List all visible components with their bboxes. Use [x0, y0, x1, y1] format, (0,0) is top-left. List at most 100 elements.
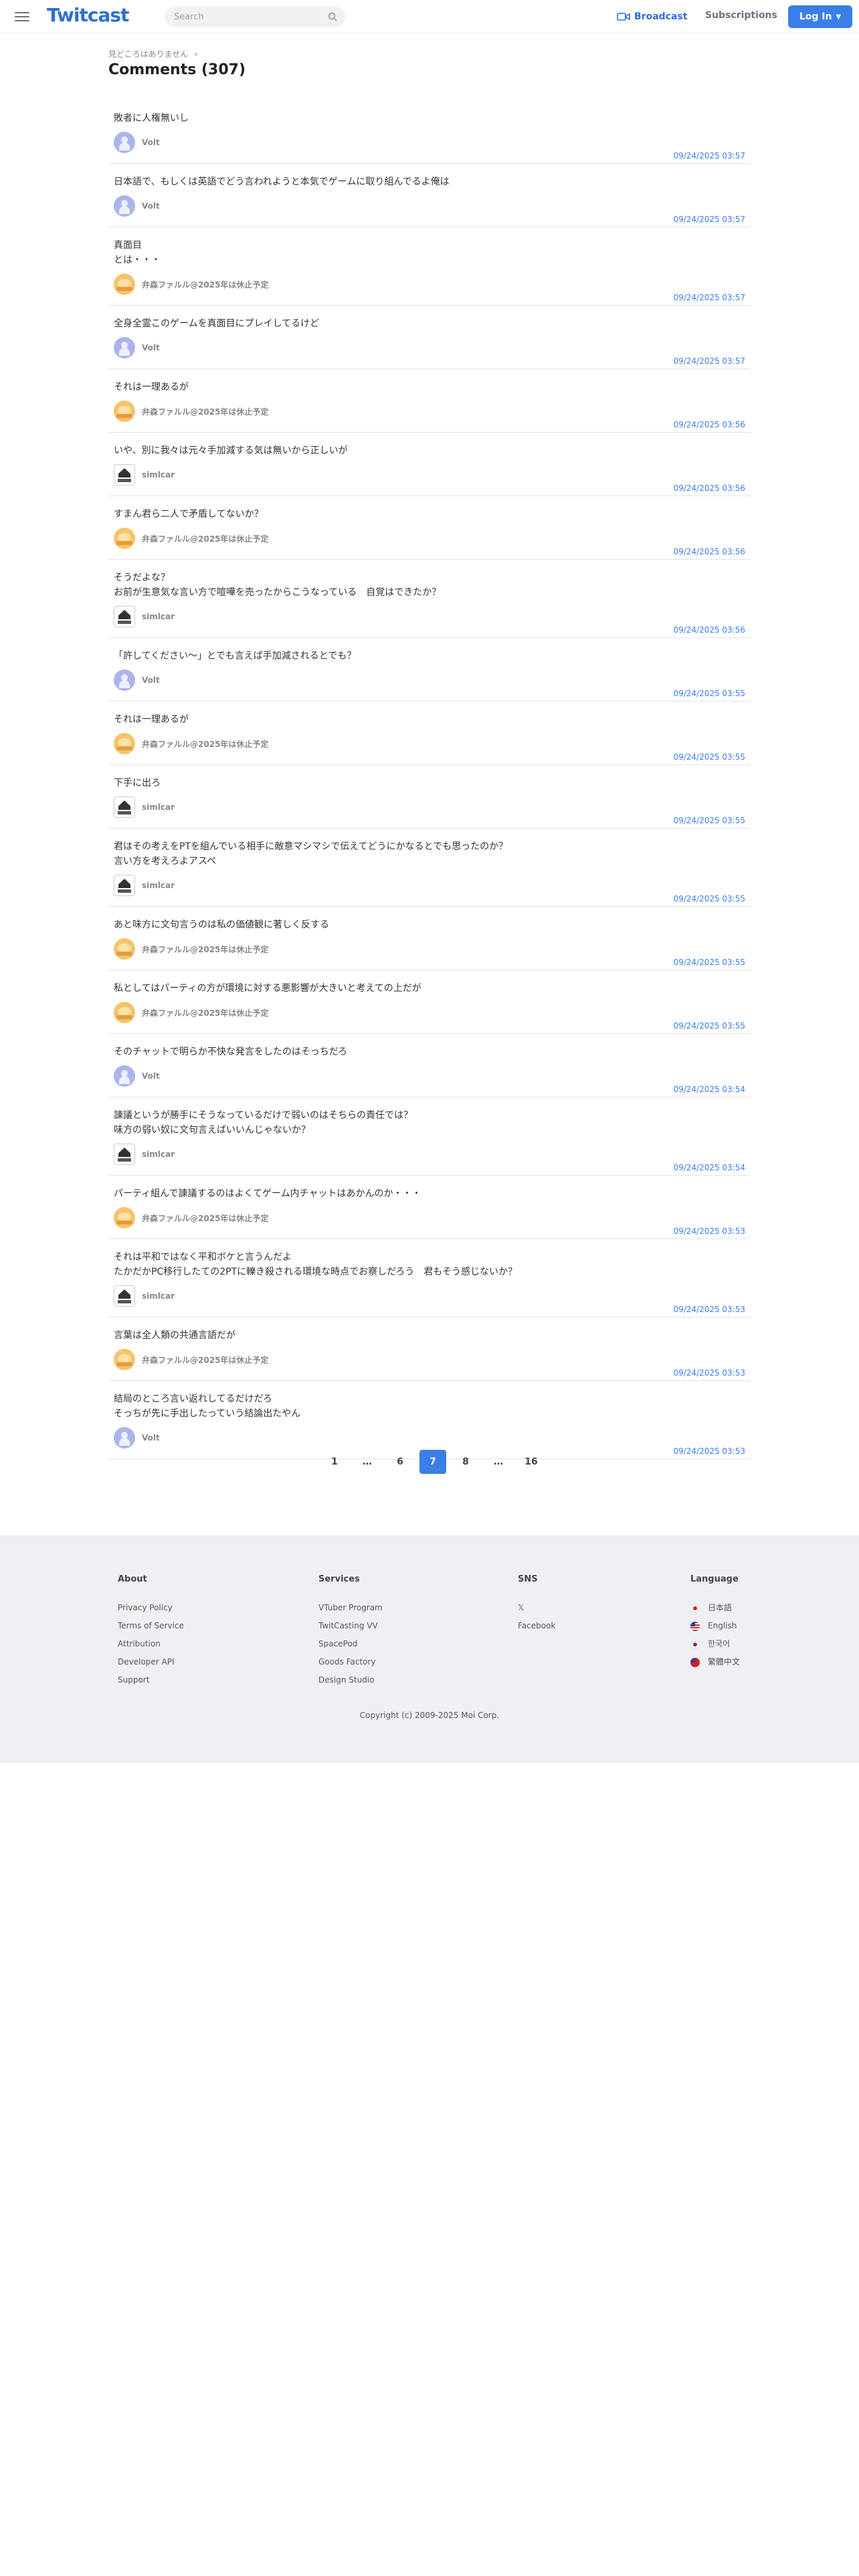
- comment-date[interactable]: 09/24/2025 03:53: [673, 1305, 745, 1314]
- search-input[interactable]: [165, 7, 318, 27]
- footer-link[interactable]: Terms of Service: [118, 1617, 184, 1635]
- avatar[interactable]: [114, 1065, 135, 1087]
- author-name[interactable]: Volt: [142, 138, 160, 147]
- comment-date[interactable]: 09/24/2025 03:57: [673, 151, 745, 160]
- comment-date[interactable]: 09/24/2025 03:53: [673, 1446, 745, 1456]
- comment-text: 結局のところ言い返れしてるだけだろ そっちが先に手出したっていう結論出たやん: [114, 1394, 301, 1419]
- avatar[interactable]: [114, 669, 135, 691]
- avatar[interactable]: [114, 1002, 135, 1023]
- footer-link[interactable]: Privacy Policy: [118, 1599, 184, 1617]
- author-name[interactable]: 弁森ファルル@2025年は休止予定: [142, 406, 268, 417]
- comment-date[interactable]: 09/24/2025 03:57: [673, 215, 745, 224]
- comment-date[interactable]: 09/24/2025 03:55: [673, 894, 745, 903]
- comment-date[interactable]: 09/24/2025 03:55: [673, 1021, 745, 1031]
- author-name[interactable]: 弁森ファルル@2025年は休止予定: [142, 279, 268, 290]
- avatar[interactable]: [114, 938, 135, 960]
- avatar[interactable]: [114, 528, 135, 549]
- footer-link[interactable]: TwitCasting VV: [318, 1617, 383, 1635]
- comment-text: それは一理あるが: [114, 382, 189, 393]
- avatar[interactable]: [114, 1349, 135, 1370]
- comment-date[interactable]: 09/24/2025 03:54: [673, 1085, 745, 1094]
- avatar[interactable]: [114, 1207, 135, 1228]
- page-button[interactable]: 16: [518, 1450, 545, 1474]
- comment-date[interactable]: 09/24/2025 03:56: [673, 484, 745, 493]
- comment-item: それは一理あるが弁森ファルル@2025年は休止予定 09/24/2025 03:5…: [108, 369, 751, 433]
- footer-link[interactable]: Support: [118, 1671, 184, 1689]
- page-button[interactable]: 6: [387, 1450, 413, 1474]
- comment-spacer: [114, 423, 745, 432]
- author-name[interactable]: simlcar: [142, 802, 175, 812]
- author-name[interactable]: Volt: [142, 343, 160, 352]
- author-name[interactable]: 弁森ファルル@2025年は休止予定: [142, 1354, 268, 1366]
- author-name[interactable]: Volt: [142, 675, 160, 685]
- comment-date[interactable]: 09/24/2025 03:55: [673, 958, 745, 967]
- login-button[interactable]: Log In ▼: [788, 5, 852, 28]
- author-name[interactable]: 弁森ファルル@2025年は休止予定: [142, 738, 268, 750]
- footer-link[interactable]: Developer API: [118, 1653, 184, 1671]
- comment-author: 弁森ファルル@2025年は休止予定: [114, 938, 745, 960]
- comment-date[interactable]: 09/24/2025 03:57: [673, 293, 745, 302]
- page-button[interactable]: 1: [321, 1450, 348, 1474]
- language-option-en[interactable]: English: [690, 1617, 740, 1635]
- avatar[interactable]: [114, 875, 135, 896]
- footer-link[interactable]: SpacePod: [318, 1635, 383, 1653]
- avatar[interactable]: [114, 274, 135, 295]
- avatar[interactable]: [114, 401, 135, 422]
- logo[interactable]: Twitcast: [47, 4, 129, 26]
- footer-link-facebook[interactable]: Facebook: [518, 1617, 555, 1635]
- footer-link[interactable]: Design Studio: [318, 1671, 383, 1689]
- language-option-ja[interactable]: 日本語: [690, 1599, 740, 1617]
- avatar[interactable]: [114, 733, 135, 754]
- avatar[interactable]: [114, 195, 135, 217]
- author-name[interactable]: simlcar: [142, 1150, 175, 1159]
- author-name[interactable]: Volt: [142, 1433, 160, 1442]
- avatar[interactable]: [114, 132, 135, 153]
- subscriptions-link[interactable]: Subscriptions: [705, 10, 777, 21]
- footer-link[interactable]: Goods Factory: [318, 1653, 383, 1671]
- comment-text: それは平和ではなく平和ボケと言うんだよ たかだかPC移行したての2PTに轢き殺さ…: [114, 1252, 517, 1277]
- hamburger-menu-icon[interactable]: [15, 9, 29, 23]
- comment-date[interactable]: 09/24/2025 03:57: [673, 356, 745, 366]
- broadcast-button[interactable]: Broadcast: [617, 9, 687, 24]
- avatar[interactable]: [114, 464, 135, 486]
- comment-date[interactable]: 09/24/2025 03:55: [673, 816, 745, 825]
- avatar[interactable]: [114, 796, 135, 818]
- page-button[interactable]: 8: [452, 1450, 479, 1474]
- author-name[interactable]: 弁森ファルル@2025年は休止予定: [142, 1007, 268, 1018]
- language-option-ko[interactable]: 한국어: [690, 1635, 740, 1653]
- author-name[interactable]: simlcar: [142, 1291, 175, 1301]
- comment-date[interactable]: 09/24/2025 03:53: [673, 1368, 745, 1378]
- author-name[interactable]: Volt: [142, 1071, 160, 1081]
- footer-link[interactable]: Attribution: [118, 1635, 184, 1653]
- comment-date[interactable]: 09/24/2025 03:53: [673, 1226, 745, 1236]
- page-button[interactable]: 7: [419, 1450, 446, 1474]
- avatar[interactable]: [114, 1144, 135, 1165]
- avatar[interactable]: [114, 1427, 135, 1448]
- search-icon[interactable]: [328, 12, 337, 21]
- comment-date[interactable]: 09/24/2025 03:56: [673, 547, 745, 556]
- avatar[interactable]: [114, 1285, 135, 1307]
- avatar[interactable]: [114, 337, 135, 358]
- comment-date[interactable]: 09/24/2025 03:54: [673, 1163, 745, 1172]
- comment-date[interactable]: 09/24/2025 03:56: [673, 625, 745, 635]
- chevron-down-icon: ▼: [836, 13, 842, 21]
- author-name[interactable]: simlcar: [142, 612, 175, 621]
- author-name[interactable]: Volt: [142, 201, 160, 211]
- comment-author: Volt: [114, 669, 745, 691]
- language-option-zh-tw[interactable]: 繁體中文: [690, 1653, 740, 1671]
- comment-date[interactable]: 09/24/2025 03:56: [673, 420, 745, 429]
- comment-item: 「許してください〜」とでも言えば手加減されるとでも？ Volt 09/24/2025…: [108, 638, 751, 702]
- footer-link-x[interactable]: 𝕏: [518, 1599, 555, 1617]
- author-name[interactable]: 弁森ファルル@2025年は休止予定: [142, 533, 268, 544]
- breadcrumb-item[interactable]: 見どころはありません: [108, 49, 188, 59]
- author-name[interactable]: simlcar: [142, 881, 175, 890]
- author-name[interactable]: 弁森ファルル@2025年は休止予定: [142, 944, 268, 955]
- comment-text: パーティ組んで諌議するのはよくてゲーム内チャットはあかんのか・・・: [114, 1188, 421, 1199]
- avatar[interactable]: [114, 606, 135, 627]
- comment-date[interactable]: 09/24/2025 03:55: [673, 752, 745, 762]
- footer-link[interactable]: VTuber Program: [318, 1599, 383, 1617]
- comment-date[interactable]: 09/24/2025 03:55: [673, 689, 745, 698]
- author-name[interactable]: 弁森ファルル@2025年は休止予定: [142, 1212, 268, 1224]
- author-name[interactable]: simlcar: [142, 470, 175, 479]
- comment-item: 私としてはパーティの方が環境に対する悪影響が大きいと考えての上だが 弁森ファルル@…: [108, 970, 751, 1034]
